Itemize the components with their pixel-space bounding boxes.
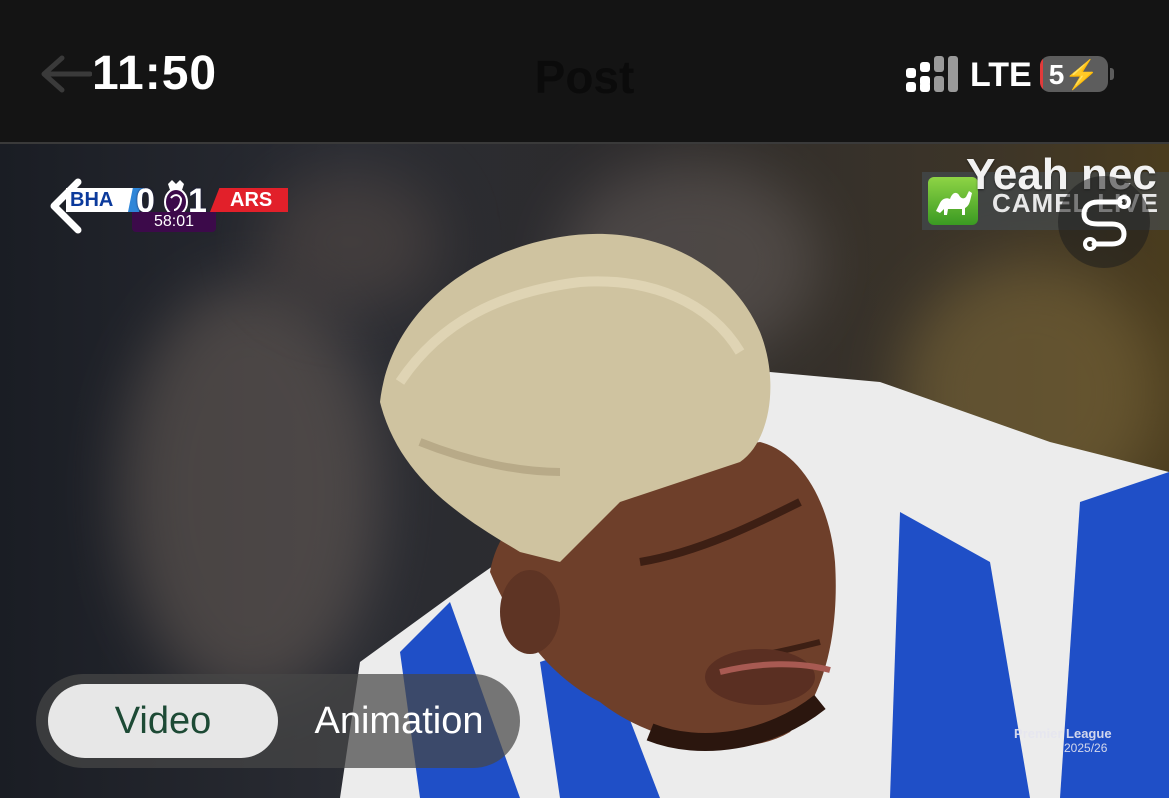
watermark-title: Premier League [1014, 726, 1112, 741]
signal-dots-icon [906, 56, 958, 92]
premier-league-lion-icon [164, 180, 188, 216]
battery-nub [1110, 68, 1114, 80]
s-route-icon [1081, 195, 1131, 251]
status-bar: 11:50 Post LTE 5⚡ [0, 0, 1169, 142]
tab-animation[interactable]: Animation [294, 684, 504, 758]
divider [0, 142, 1169, 144]
scorebug: BHA 0 1 ARS 58:01 [58, 180, 290, 234]
battery-indicator: 5⚡ [1040, 56, 1108, 92]
broadcast-watermark: Premier League 2025/26 [1014, 726, 1144, 755]
watermark-season: 2025/26 [1064, 741, 1108, 755]
view-mode-toggle: Video Animation [36, 674, 520, 768]
away-team: ARS [210, 188, 288, 212]
lightning-icon: ⚡ [1064, 59, 1100, 90]
s-route-button[interactable] [1058, 176, 1150, 268]
match-clock: 58:01 [132, 212, 216, 232]
tab-video[interactable]: Video [48, 684, 278, 758]
network-type: LTE [970, 56, 1032, 94]
battery-level: 5⚡ [1048, 59, 1100, 90]
